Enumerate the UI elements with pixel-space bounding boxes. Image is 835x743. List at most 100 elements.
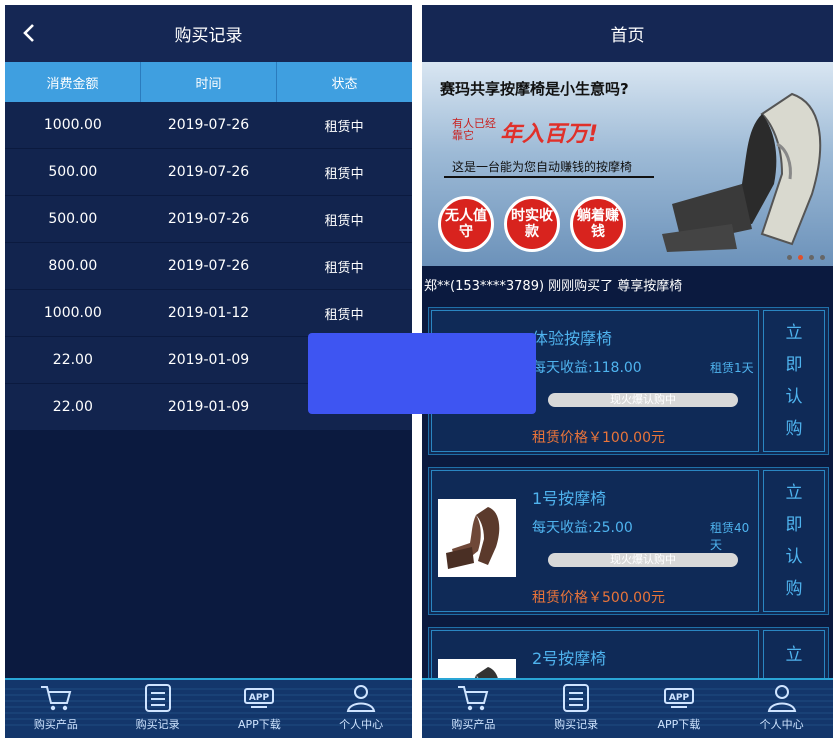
date-cell: 2019-01-09 [167,352,250,368]
buy-char: 立 [785,645,803,665]
product-info-panel: 1号按摩椅 每天收益:25.00 租赁40天 现火爆认购中 租赁价格￥500.0… [431,470,759,612]
amount-cell: 22.00 [52,399,93,415]
hot-sale-bar: 现火爆认购中 [548,553,738,567]
column-header-status: 状态 [331,76,358,92]
banner-badge: 躺着赚钱 [570,196,626,252]
carousel-dot-active [798,255,803,260]
banner-subtitle: 这是一台能为您自动赚钱的按摩椅 [452,160,633,174]
column-header-time: 时间 [141,62,277,102]
buy-char: 立 [785,323,803,343]
top-header: 购买记录 [5,5,412,62]
tab-label: APP下载 [657,718,701,731]
banner-headline: 赛玛共享按摩椅是小生意吗? [440,80,629,98]
svg-text:APP: APP [669,693,690,703]
banner-underline [444,176,654,178]
table-header: 消费金额 时间 状态 [5,62,412,102]
status-cell: 租赁中 [324,166,364,182]
daily-income: 每天收益:25.00 [532,520,633,536]
buy-now-button[interactable]: 立 即 认 购 [763,470,825,612]
bottom-tab-bar: 购买产品 购买记录 APP APP下载 个人中心 [5,678,412,738]
table-row: 500.00 2019-07-26 租赁中 [5,149,412,196]
app-icon: APP [663,688,694,708]
list-icon [563,684,590,712]
rental-price: 租赁价格￥100.00元 [532,430,665,446]
buy-char: 认 [785,547,803,567]
column-header-amount: 消费金额 [5,62,141,102]
amount-cell: 22.00 [52,352,93,368]
buy-char: 购 [785,419,803,439]
buy-now-button[interactable]: 立 即 认 购 [763,310,825,452]
buy-char: 即 [785,355,803,375]
tab-label: 购买产品 [451,718,496,731]
daily-income: 每天收益:118.00 [532,360,642,376]
tab-label: 个人中心 [759,718,804,731]
cart-icon [458,686,489,711]
rental-price: 租赁价格￥500.00元 [532,590,665,606]
top-header: 首页 [422,5,833,62]
tab-label: 购买记录 [554,718,599,731]
amount-cell: 500.00 [48,211,98,227]
tab-personal-center[interactable]: 个人中心 [310,680,412,738]
product-name: 体验按摩椅 [532,329,613,348]
tab-purchase-records[interactable]: 购买记录 [107,680,209,738]
buy-char: 即 [785,515,803,535]
promo-banner[interactable]: 赛玛共享按摩椅是小生意吗? 有人已经靠它 年入百万! 这是一台能为您自动赚钱的按… [422,62,833,266]
banner-badge: 无人值守 [438,196,494,252]
status-cell: 租赁中 [324,213,364,229]
app-icon: APP [244,688,275,708]
buy-char: 立 [785,483,803,503]
tab-personal-center[interactable]: 个人中心 [730,680,833,738]
product-card: 1号按摩椅 每天收益:25.00 租赁40天 现火爆认购中 租赁价格￥500.0… [428,467,829,615]
banner-red-small: 有人已经靠它 [452,117,496,142]
table-row: 500.00 2019-07-26 租赁中 [5,196,412,243]
amount-cell: 500.00 [48,164,98,180]
date-cell: 2019-07-26 [167,117,250,133]
product-image [438,499,516,577]
rental-days: 租赁1天 [710,361,754,375]
tab-buy-products[interactable]: 购买产品 [5,680,107,738]
back-arrow-icon[interactable] [19,22,41,44]
product-name: 1号按摩椅 [532,489,607,508]
cart-icon [40,686,72,711]
amount-cell: 1000.00 [43,117,102,133]
amount-cell: 800.00 [48,258,98,274]
buy-char: 认 [785,387,803,407]
purchase-notice: 郑**(153****3789) 刚刚购买了 尊享按摩椅 [424,278,683,294]
date-cell: 2019-01-09 [167,399,250,415]
tab-purchase-records[interactable]: 购买记录 [525,680,628,738]
hot-sale-bar: 现火爆认购中 [548,393,738,407]
carousel-dot [787,255,792,260]
amount-cell: 1000.00 [43,305,102,321]
banner-red-big: 年入百万! [500,122,599,147]
status-cell: 租赁中 [324,119,364,135]
date-cell: 2019-01-12 [167,305,250,321]
carousel-dot [820,255,825,260]
status-cell: 租赁中 [324,307,364,323]
table-row: 800.00 2019-07-26 租赁中 [5,243,412,290]
massage-chair-image [662,92,822,252]
tab-label: 购买产品 [33,718,78,731]
table-row: 1000.00 2019-01-12 租赁中 [5,290,412,337]
page-title: 购买记录 [174,26,243,46]
tab-app-download[interactable]: APP APP下载 [209,680,311,738]
buy-char: 购 [785,579,803,599]
list-icon [144,684,171,712]
product-name: 2号按摩椅 [532,649,607,668]
bottom-tab-bar: 购买产品 购买记录 APP APP下载 个人中心 [422,678,833,738]
banner-badge: 时实收款 [504,196,560,252]
tab-label: APP下载 [237,718,281,731]
user-icon [767,685,796,712]
page-title: 首页 [610,26,645,46]
tab-label: 购买记录 [135,718,180,731]
table-row: 1000.00 2019-07-26 租赁中 [5,102,412,149]
overlay-block [308,333,536,414]
rental-days: 租赁40天 [710,521,750,552]
user-icon [346,685,376,712]
chair-thumbnail-icon [446,507,500,569]
date-cell: 2019-07-26 [167,164,250,180]
carousel-indicator[interactable] [787,255,825,260]
tab-app-download[interactable]: APP APP下载 [628,680,731,738]
date-cell: 2019-07-26 [167,258,250,274]
status-cell: 租赁中 [324,260,364,276]
tab-buy-products[interactable]: 购买产品 [422,680,525,738]
